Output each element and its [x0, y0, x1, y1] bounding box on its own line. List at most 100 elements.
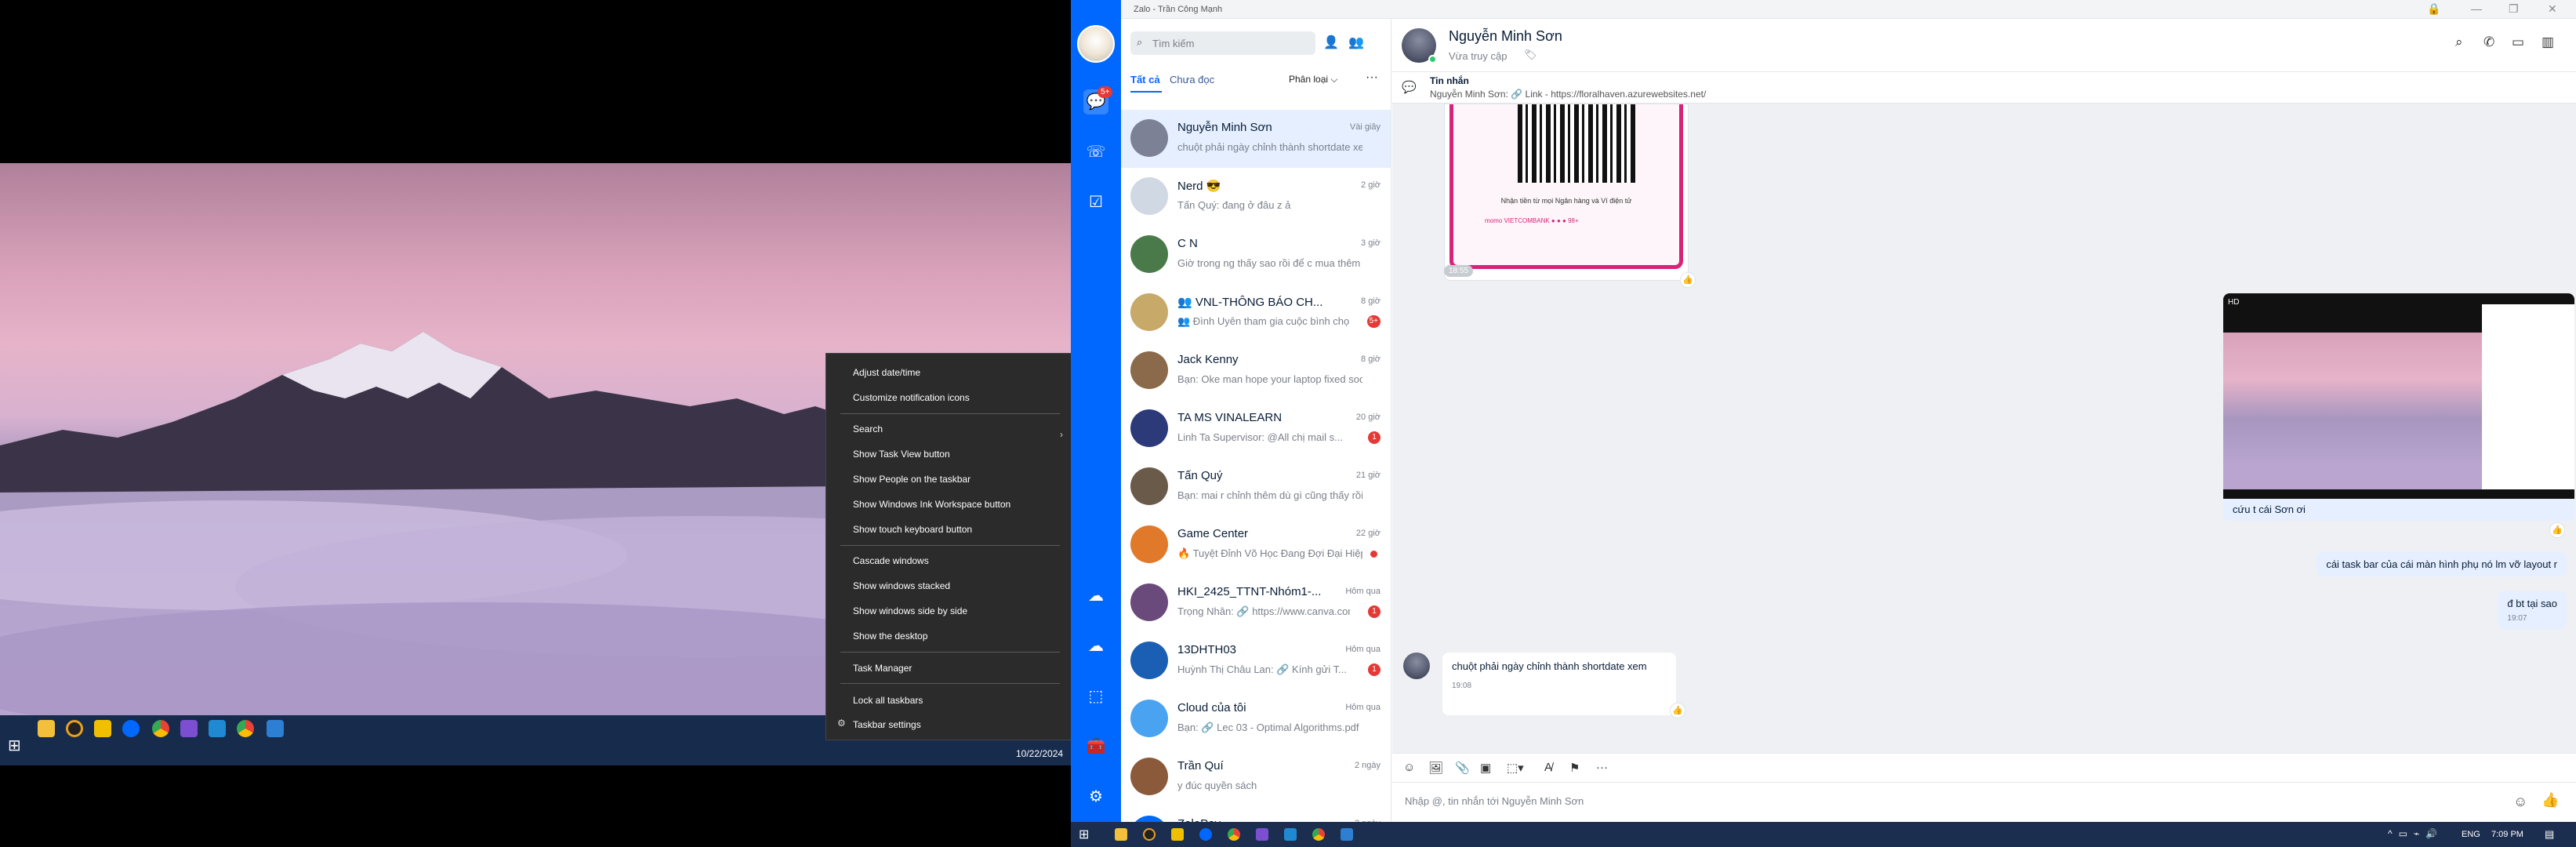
classify-dropdown[interactable]: Phân loại ⌵: [1289, 74, 1338, 85]
window-titlebar[interactable]: Zalo - Trần Công Mạnh 🔒 — ❐ ✕: [1071, 0, 2576, 19]
tab-unread[interactable]: Chưa đọc: [1170, 74, 1214, 85]
start-icon[interactable]: ⊞: [1079, 827, 1089, 842]
start-icon[interactable]: ⊞: [8, 736, 21, 755]
chrome-profile-icon[interactable]: [237, 720, 254, 737]
image-icon[interactable]: 🖼: [1428, 761, 1443, 775]
tag-icon[interactable]: 🏷: [1524, 49, 1537, 61]
conversation-item[interactable]: Game Center 22 giờ 🔥 Tuyệt Đỉnh Võ Học Đan…: [1121, 516, 1391, 574]
menu-search[interactable]: Search: [853, 420, 883, 438]
menu-windows-stacked[interactable]: Show windows stacked: [853, 576, 950, 595]
search-messages-icon[interactable]: ⌕: [2455, 35, 2463, 50]
screenshot-thumbnail[interactable]: HD: [2223, 293, 2574, 499]
contact-name[interactable]: Nguyễn Minh Sơn: [1449, 28, 1562, 45]
business-card-icon[interactable]: ▣: [1480, 761, 1491, 775]
more-icon[interactable]: ···: [1596, 761, 1608, 774]
conversation-info-icon[interactable]: ▥: [2542, 35, 2554, 50]
sent-message[interactable]: cái task bar của cái màn hình phụ nó lm …: [2317, 552, 2567, 576]
restore-icon[interactable]: ❐: [2509, 2, 2519, 16]
visual-studio-icon[interactable]: [1256, 828, 1268, 841]
visual-studio-icon[interactable]: [180, 720, 198, 737]
close-icon[interactable]: ✕: [2548, 2, 2557, 16]
menu-windows-side-by-side[interactable]: Show windows side by side: [853, 602, 967, 620]
menu-cascade-windows[interactable]: Cascade windows: [853, 551, 929, 570]
conversation-item[interactable]: HKI_2425_TTNT-Nhóm1-... Hôm qua Trọng Nhân…: [1121, 574, 1391, 632]
conversation-item[interactable]: Tấn Quý 21 giờ Bạn: mai r chỉnh thêm dù gì…: [1121, 458, 1391, 516]
main-taskbar[interactable]: ⊞ ^▭⌁🔊 ENG 7:09 PM ▤: [1071, 822, 2576, 847]
chrome-icon[interactable]: [152, 720, 169, 737]
file-explorer-icon[interactable]: [38, 720, 55, 737]
react-like-icon[interactable]: 👍: [1670, 703, 1685, 718]
sticky-notes-icon[interactable]: [94, 720, 111, 737]
menu-show-people[interactable]: Show People on the taskbar: [853, 470, 971, 489]
conversation-item[interactable]: ZaloPay3 ngày: [1121, 806, 1391, 822]
capture-icon[interactable]: ⬚▾: [1507, 761, 1524, 775]
lock-icon[interactable]: 🔒: [2427, 2, 2440, 16]
system-tray-icons[interactable]: ^▭⌁🔊: [2388, 828, 2444, 839]
media-player-icon[interactable]: [66, 720, 83, 737]
conversation-item[interactable]: 👥 VNL-THÔNG BÁO CH... 8 giờ 👥 Đình Uyên th…: [1121, 284, 1391, 342]
app-window-icon[interactable]: [267, 720, 284, 737]
more-options-icon[interactable]: ···: [1366, 71, 1378, 85]
format-text-icon[interactable]: A̸: [1544, 761, 1552, 774]
menu-lock-taskbars[interactable]: Lock all taskbars: [853, 691, 923, 710]
create-group-icon[interactable]: 👥: [1348, 35, 1364, 50]
video-call-icon[interactable]: ▭: [2512, 35, 2524, 50]
conversation-item[interactable]: Nguyễn Minh Sơn Vài giây chuột phải ngày c…: [1121, 110, 1391, 168]
sender-avatar[interactable]: [1403, 653, 1430, 679]
chrome-icon[interactable]: [1228, 828, 1240, 841]
todo-icon[interactable]: ☑: [1083, 190, 1108, 215]
minimize-icon[interactable]: —: [2471, 2, 2482, 15]
conversation-item[interactable]: TA MS VINALEARN 20 giờ Linh Ta Supervisor:…: [1121, 400, 1391, 458]
conversation-item[interactable]: Cloud của tôi Hôm qua Bạn: 🔗 Lec 03 - Opti…: [1121, 690, 1391, 748]
search-input[interactable]: ⌕ Tìm kiếm: [1130, 31, 1315, 55]
conversation-item[interactable]: Nerd 😎 2 giờ Tấn Quý: đang ở đâu z ả: [1121, 168, 1391, 226]
add-friend-icon[interactable]: 👤: [1323, 35, 1339, 50]
menu-customize-notification-icons[interactable]: Customize notification icons: [853, 388, 970, 407]
my-avatar[interactable]: [1077, 25, 1115, 63]
taskbar-clock[interactable]: 7:09 PM: [2491, 830, 2523, 839]
app-window-icon[interactable]: [1341, 828, 1353, 841]
screenshot-icon[interactable]: ⬚: [1083, 684, 1108, 709]
screenshot-image-message[interactable]: HD cứu t cái Sơn ơi: [2223, 293, 2574, 521]
menu-task-manager[interactable]: Task Manager: [853, 659, 912, 678]
react-like-icon[interactable]: 👍: [2549, 522, 2565, 538]
taskbar-date[interactable]: 10/22/2024: [1016, 748, 1063, 759]
sticker-icon[interactable]: ☺: [1403, 761, 1415, 774]
conversation-item[interactable]: 13DHTH03 Hôm qua Huỳnh Thị Châu Lan: 🔗 Kín…: [1121, 632, 1391, 690]
vscode-icon[interactable]: [1284, 828, 1297, 841]
toolbox-icon[interactable]: 🧰: [1083, 734, 1108, 759]
received-message[interactable]: chuột phải ngày chỉnh thành shortdate xe…: [1442, 653, 1676, 715]
conversation-item[interactable]: Trần Quí 2 ngày y đúc quyền sách: [1121, 748, 1391, 806]
zalo-taskbar-icon[interactable]: [1199, 828, 1212, 841]
attach-icon[interactable]: 📎: [1455, 761, 1470, 775]
menu-taskbar-settings[interactable]: Taskbar settings: [853, 715, 921, 734]
menu-adjust-date-time[interactable]: Adjust date/time: [853, 363, 920, 382]
reminder-icon[interactable]: ⚑: [1569, 761, 1580, 775]
menu-show-desktop[interactable]: Show the desktop: [853, 627, 927, 645]
zalo-taskbar-icon[interactable]: [122, 720, 140, 737]
media-player-icon[interactable]: [1143, 828, 1156, 841]
chrome-profile-icon[interactable]: [1312, 828, 1325, 841]
qr-image-message[interactable]: Nhận tiền từ mọi Ngân hàng và Ví điện tử…: [1444, 104, 1696, 288]
message-input[interactable]: Nhập @, tin nhắn tới Nguyễn Minh Sơn ☺ 👍: [1392, 783, 2576, 822]
my-cloud-icon[interactable]: ☁: [1083, 634, 1108, 659]
voice-call-icon[interactable]: ✆: [2483, 35, 2494, 50]
sent-message[interactable]: đ bt tại sao 19:07: [2498, 591, 2567, 629]
contacts-icon[interactable]: ☏: [1083, 140, 1108, 165]
emoji-icon[interactable]: ☺: [2513, 794, 2527, 810]
settings-gear-icon[interactable]: ⚙: [1083, 784, 1108, 809]
menu-show-task-view[interactable]: Show Task View button: [853, 445, 950, 463]
vscode-icon[interactable]: [209, 720, 226, 737]
quick-like-icon[interactable]: 👍: [2542, 792, 2559, 809]
file-explorer-icon[interactable]: [1115, 828, 1127, 841]
tab-all[interactable]: Tất cả: [1130, 74, 1160, 85]
menu-show-ink-workspace[interactable]: Show Windows Ink Workspace button: [853, 495, 1010, 514]
language-indicator[interactable]: ENG: [2462, 830, 2480, 839]
pinned-message-bar[interactable]: 💬 Tin nhắn Nguyễn Minh Sơn: 🔗 Link - htt…: [1392, 72, 2576, 104]
notification-icon[interactable]: ▤: [2545, 828, 2554, 841]
menu-show-touch-keyboard[interactable]: Show touch keyboard button: [853, 520, 972, 539]
cloud-sync-icon[interactable]: ☁: [1083, 583, 1108, 609]
react-like-icon[interactable]: 👍: [1680, 272, 1696, 288]
sticky-notes-icon[interactable]: [1171, 828, 1184, 841]
conversation-item[interactable]: Jack Kenny 8 giờ Bạn: Oke man hope your la…: [1121, 342, 1391, 400]
